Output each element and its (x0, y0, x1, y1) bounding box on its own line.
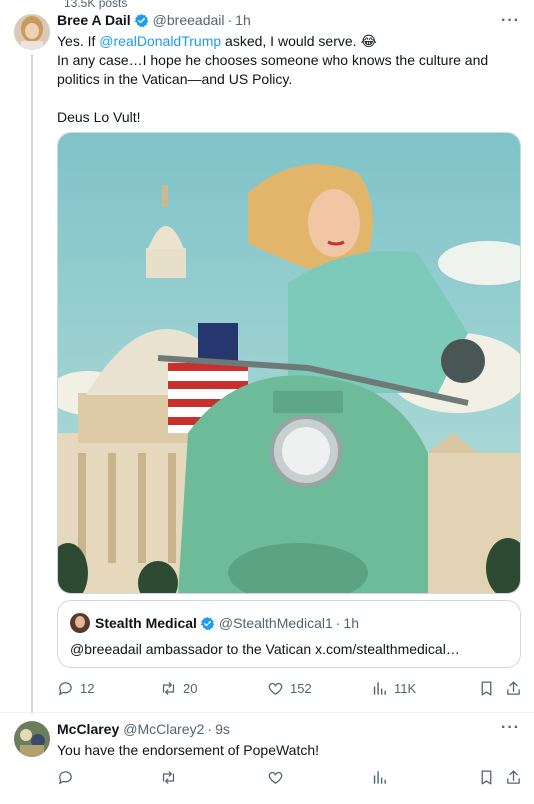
quote-handle: @StealthMedical1 (218, 615, 333, 631)
verified-badge-icon (200, 616, 215, 630)
heart-icon (268, 682, 283, 695)
quote-timestamp: 1h (343, 615, 359, 631)
repost-button[interactable] (160, 769, 183, 786)
repost-count: 20 (183, 681, 198, 696)
heart-icon (268, 771, 283, 784)
separator-dot: · (207, 721, 213, 737)
tweet-actions: 12 20 152 11K (57, 680, 525, 700)
tweet-actions (57, 769, 525, 789)
reply-button[interactable]: 12 (57, 680, 94, 697)
tweet-header: McClarey @McClarey2 · 9s (57, 721, 230, 737)
view-count: 11K (394, 681, 417, 696)
timestamp[interactable]: 9s (215, 721, 230, 737)
reply-icon (58, 771, 72, 785)
user-handle[interactable]: @McClarey2 (123, 721, 204, 737)
user-handle[interactable]: @breeadail (153, 12, 225, 28)
views-chart-icon (373, 682, 386, 695)
more-options-icon[interactable]: ··· (501, 719, 520, 737)
tweet-bree-a-dail[interactable]: Bree A Dail @breeadail · 1h ··· Yes. If … (0, 10, 534, 714)
display-name[interactable]: McClarey (57, 721, 119, 737)
verified-badge-icon (134, 13, 148, 27)
quote-text: @breeadail ambassador to the Vatican x.c… (70, 641, 460, 657)
bookmark-icon (481, 681, 492, 696)
views-button[interactable]: 11K (371, 680, 416, 697)
quote-display-name: Stealth Medical (95, 615, 197, 631)
timestamp[interactable]: 1h (235, 12, 251, 28)
avatar[interactable] (14, 721, 50, 757)
mention-link[interactable]: @realDonaldTrump (99, 33, 221, 49)
share-button[interactable] (505, 680, 528, 697)
text-line: Deus Lo Vult! (57, 109, 141, 125)
thread-line (31, 54, 33, 714)
quoted-tweet[interactable]: Stealth Medical @StealthMedical1 · 1h @b… (57, 600, 521, 668)
like-button[interactable]: 152 (267, 680, 312, 697)
reply-icon (58, 682, 72, 696)
tweet-image[interactable] (57, 132, 521, 594)
quote-avatar (70, 613, 90, 633)
like-button[interactable] (267, 769, 290, 786)
views-chart-icon (373, 771, 386, 784)
like-count: 152 (290, 681, 312, 696)
share-button[interactable] (505, 769, 528, 786)
bookmark-button[interactable] (478, 680, 501, 697)
share-icon (507, 681, 520, 695)
text-line: politics in the Vatican—and US Policy. (57, 71, 293, 87)
avatar[interactable] (14, 14, 50, 50)
bookmark-icon (481, 770, 492, 785)
views-button[interactable] (371, 769, 394, 786)
tweet-text: You have the endorsement of PopeWatch! (57, 742, 320, 758)
text-fragment: Yes. If (57, 33, 100, 49)
repost-button[interactable]: 20 (160, 680, 197, 697)
separator-dot: · (227, 12, 233, 28)
laughing-emoji: 😂 (360, 33, 377, 49)
bookmark-button[interactable] (478, 769, 501, 786)
tweet-mcclarey[interactable]: McClarey @McClarey2 · 9s ··· You have th… (0, 712, 534, 804)
more-options-icon[interactable]: ··· (501, 12, 520, 30)
repost-icon (162, 682, 175, 695)
reply-count: 12 (80, 681, 95, 696)
text-fragment: asked, I would serve. (221, 33, 361, 49)
display-name[interactable]: Bree A Dail (57, 12, 131, 28)
repost-icon (162, 771, 175, 784)
tweet-text: Yes. If @realDonaldTrump asked, I would … (57, 32, 517, 127)
text-line: In any case…I hope he chooses someone wh… (57, 52, 489, 68)
reply-button[interactable] (57, 769, 80, 786)
tweet-header: Bree A Dail @breeadail · 1h (57, 12, 251, 28)
vespa-illustration (58, 133, 520, 593)
separator-dot: · (335, 615, 341, 631)
post-count-stat: 13.5K posts (64, 0, 128, 10)
quote-header: Stealth Medical @StealthMedical1 · 1h (70, 613, 359, 633)
share-icon (507, 770, 520, 784)
